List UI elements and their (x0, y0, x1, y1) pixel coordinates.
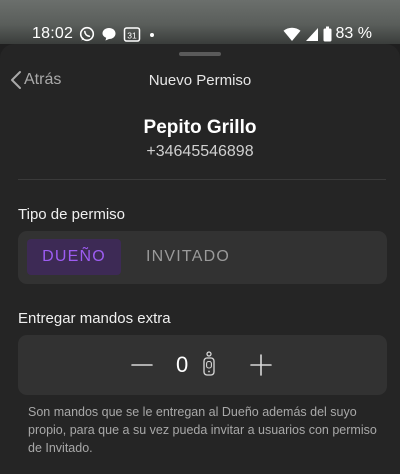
wifi-icon (283, 26, 301, 42)
user-phone: +34645546898 (146, 143, 254, 160)
message-icon (101, 26, 117, 42)
remote-control-icon (202, 351, 216, 382)
whatsapp-icon (79, 26, 95, 42)
increment-button[interactable] (246, 350, 276, 380)
extra-remotes-stepper: 0 (18, 335, 387, 395)
user-name: Pepito Grillo (143, 117, 257, 138)
minus-icon (131, 364, 153, 366)
signal-icon (305, 26, 319, 42)
calendar-day: 31 (127, 30, 137, 40)
help-text: Son mandos que se le entregan al Dueño a… (28, 405, 377, 455)
battery-percent: 83 % (335, 25, 372, 42)
drag-handle[interactable] (179, 52, 221, 56)
dot-icon (147, 26, 157, 42)
option-guest[interactable]: INVITADO (136, 239, 240, 275)
status-left-group: 18:02 31 (32, 25, 157, 43)
permission-sheet: Atrás Nuevo Permiso Pepito Grillo +34645… (0, 44, 400, 474)
battery-icon (323, 26, 332, 42)
decrement-button[interactable] (127, 350, 157, 380)
status-bar: 18:02 31 83 % (0, 0, 400, 44)
remotes-count: 0 (176, 352, 189, 377)
divider (18, 179, 386, 180)
status-right-group: 83 % (283, 25, 372, 43)
plus-icon (250, 354, 272, 376)
page-title: Nuevo Permiso (148, 72, 252, 89)
calendar-icon: 31 (123, 26, 141, 42)
option-owner[interactable]: DUEÑO (27, 239, 121, 275)
status-time: 18:02 (32, 25, 74, 42)
extra-remotes-label: Entregar mandos extra (18, 310, 171, 327)
permission-type-selector: DUEÑO INVITADO (18, 231, 387, 284)
permission-type-label: Tipo de permiso (18, 206, 125, 223)
